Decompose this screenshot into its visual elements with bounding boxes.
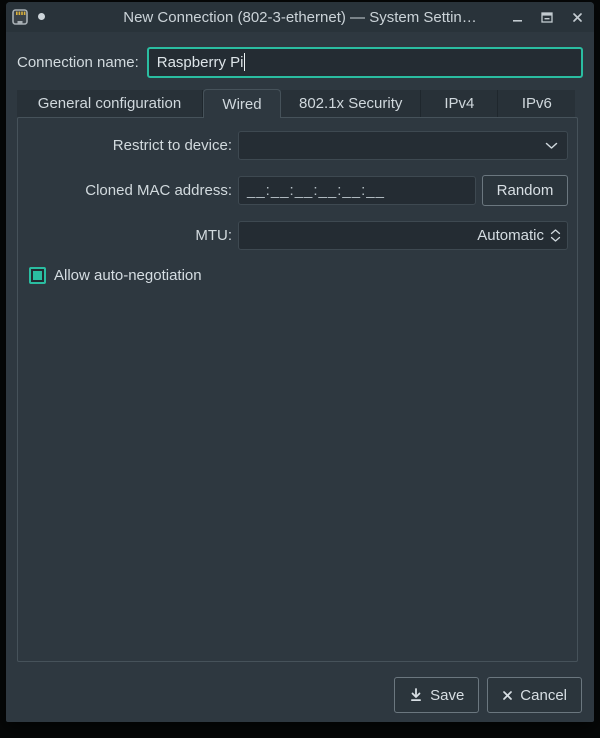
titlebar-dot-icon <box>38 13 45 20</box>
restrict-to-device-combobox[interactable] <box>238 131 568 160</box>
cloned-mac-label: Cloned MAC address: <box>85 182 232 199</box>
tab-wired[interactable]: Wired <box>203 89 281 118</box>
settings-window: New Connection (802-3-ethernet) — System… <box>6 2 594 722</box>
mtu-spinbox[interactable]: Automatic <box>238 221 568 250</box>
cloned-mac-input[interactable]: __:__:__:__:__:__ <box>238 176 476 205</box>
spinbox-arrows[interactable] <box>550 229 561 242</box>
wired-tab-panel: Restrict to device: Cloned MAC address: … <box>17 117 578 662</box>
desktop-background: New Connection (802-3-ethernet) — System… <box>0 0 600 738</box>
ethernet-port-icon <box>11 8 29 26</box>
dialog-button-box: Save Cancel <box>394 677 582 713</box>
tab-ipv4[interactable]: IPv4 <box>421 90 499 117</box>
checkbox-checked-icon <box>29 266 46 284</box>
cancel-button[interactable]: Cancel <box>487 677 582 713</box>
mtu-value: Automatic <box>477 227 544 244</box>
tab-ipv6[interactable]: IPv6 <box>498 90 576 117</box>
cancel-button-label: Cancel <box>520 686 567 704</box>
text-caret <box>244 53 246 71</box>
connection-name-value: Raspberry Pi <box>156 53 244 71</box>
close-button[interactable] <box>570 10 584 24</box>
tab-general-configuration[interactable]: General configuration <box>17 90 203 117</box>
allow-autoneg-checkbox[interactable]: Allow auto-negotiation <box>29 265 577 285</box>
cloned-mac-group: __:__:__:__:__:__ Random <box>238 175 568 206</box>
close-x-icon <box>503 690 513 700</box>
tab-bar: General configuration Wired 802.1x Secur… <box>17 89 576 118</box>
cloned-mac-placeholder: __:__:__:__:__:__ <box>247 182 385 199</box>
maximize-button[interactable] <box>540 10 554 24</box>
save-button[interactable]: Save <box>394 677 480 713</box>
mtu-row: MTU: Automatic <box>18 221 577 250</box>
window-controls <box>510 2 584 32</box>
minimize-button[interactable] <box>510 10 524 24</box>
save-button-label: Save <box>430 686 465 704</box>
window-title: New Connection (802-3-ethernet) — System… <box>123 8 477 26</box>
connection-name-row: Connection name: Raspberry Pi <box>17 46 583 78</box>
chevron-up-icon <box>550 229 561 235</box>
titlebar[interactable]: New Connection (802-3-ethernet) — System… <box>6 2 594 32</box>
random-button[interactable]: Random <box>482 175 568 206</box>
save-icon <box>411 688 422 701</box>
chevron-down-icon <box>550 236 561 242</box>
allow-autoneg-label: Allow auto-negotiation <box>54 266 202 284</box>
connection-name-input[interactable]: Raspberry Pi <box>146 46 583 78</box>
connection-name-label: Connection name: <box>17 53 139 71</box>
mtu-label: MTU: <box>195 227 232 244</box>
cloned-mac-row: Cloned MAC address: __:__:__:__:__:__ Ra… <box>18 175 577 206</box>
restrict-to-device-row: Restrict to device: <box>18 131 577 160</box>
tab-8021x-security[interactable]: 802.1x Security <box>281 90 422 117</box>
chevron-down-icon <box>545 142 558 149</box>
restrict-to-device-label: Restrict to device: <box>112 137 232 154</box>
